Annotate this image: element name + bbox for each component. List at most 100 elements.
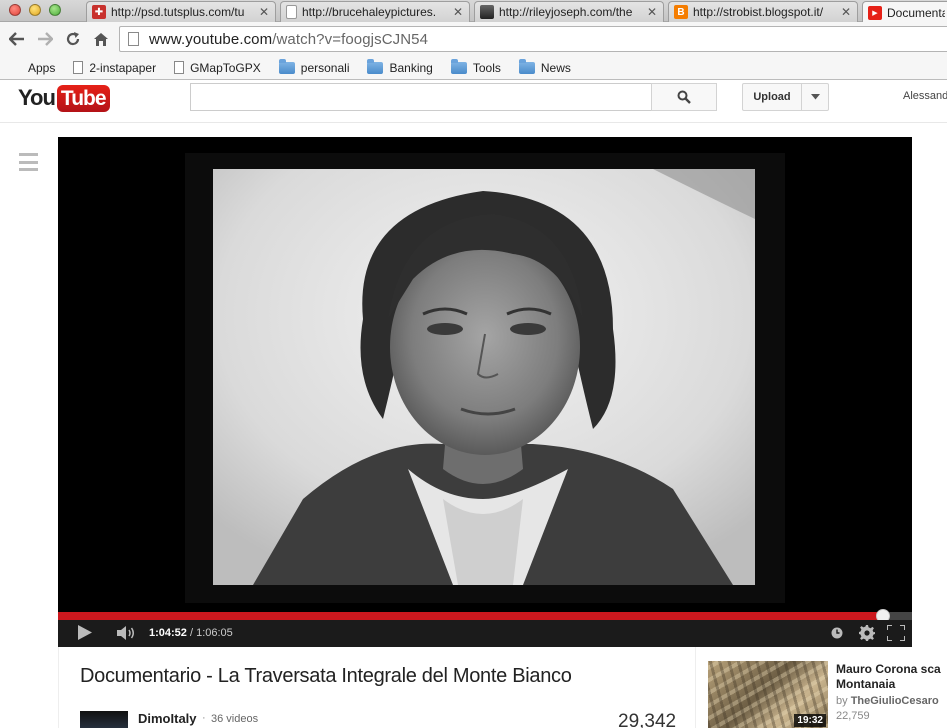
page-icon <box>73 61 84 74</box>
browser-toolbar: www.youtube.com/watch?v=foogjsCJN54 <box>0 22 947 56</box>
search-icon <box>677 90 691 104</box>
tab-title: http://strobist.blogspot.it/ <box>693 5 824 19</box>
url-text: www.youtube.com/watch?v=foogjsCJN54 <box>149 31 428 48</box>
guide-menu-icon[interactable] <box>19 153 38 171</box>
close-tab-icon[interactable]: ✕ <box>647 5 657 19</box>
channel-name-link[interactable]: DimoItaly <box>138 711 197 726</box>
bookmark-folder-banking[interactable]: Banking <box>367 58 433 75</box>
channel-avatar[interactable] <box>80 711 128 728</box>
menu-line <box>19 160 38 164</box>
time-display: 1:04:52 / 1:06:05 <box>149 627 233 639</box>
video-frame <box>185 153 785 603</box>
total-time: 1:06:05 <box>196 627 233 639</box>
browser-tab-active[interactable]: ▶ Documenta <box>862 1 947 23</box>
clock-icon <box>831 627 843 639</box>
logo-you-text: You <box>18 85 56 110</box>
video-player[interactable]: 1:04:52 / 1:06:05 <box>58 137 912 647</box>
bookmark-label: News <box>540 60 571 75</box>
view-count: 29,342 <box>618 711 677 728</box>
bookmark-label: personali <box>300 60 350 75</box>
browser-tab[interactable]: ✚ http://psd.tutsplus.com/tu ✕ <box>86 1 276 22</box>
home-button[interactable] <box>89 27 113 51</box>
forward-button[interactable] <box>33 27 57 51</box>
fullscreen-button[interactable] <box>886 624 906 644</box>
close-tab-icon[interactable]: ✕ <box>841 5 851 19</box>
by-label: by <box>836 695 848 707</box>
search-button[interactable] <box>651 83 717 111</box>
menu-line <box>19 168 38 171</box>
browser-tab[interactable]: B http://strobist.blogspot.it/ ✕ <box>668 1 858 22</box>
address-bar[interactable]: www.youtube.com/watch?v=foogjsCJN54 <box>119 26 947 52</box>
related-title-line: Montanaia <box>836 677 896 691</box>
settings-button[interactable] <box>859 625 875 644</box>
play-icon <box>78 625 92 640</box>
bookmark-2-instapaper[interactable]: 2-instapaper <box>73 61 156 75</box>
watch-info-panel: Documentario - La Traversata Integrale d… <box>58 647 696 728</box>
page-icon <box>286 5 297 19</box>
play-button[interactable] <box>78 625 92 643</box>
video-title: Documentario - La Traversata Integrale d… <box>80 665 572 687</box>
window-close-button[interactable] <box>9 4 21 16</box>
close-tab-icon[interactable]: ✕ <box>453 5 463 19</box>
account-name[interactable]: Alessand <box>903 90 947 102</box>
folder-icon <box>278 58 295 74</box>
folder-icon <box>518 58 535 74</box>
bookmark-folder-personali[interactable]: personali <box>278 58 350 75</box>
url-host: www.youtube.com <box>149 30 273 48</box>
bookmark-folder-tools[interactable]: Tools <box>450 58 501 75</box>
related-channel-name[interactable]: TheGiulioCesaro <box>851 695 939 707</box>
reload-button[interactable] <box>61 27 85 51</box>
bookmark-label: Banking <box>389 60 433 75</box>
tab-title: http://brucehaleypictures. <box>302 5 437 19</box>
logo-tube-text: Tube <box>56 84 110 112</box>
youtube-masthead: You Tube Upload Alessand <box>0 81 947 123</box>
bookmark-label: 2-instapaper <box>89 60 157 75</box>
related-video-item[interactable]: 19:32 Mauro Corona sca Montanaia by TheG… <box>708 661 947 728</box>
video-duration-badge: 19:32 <box>794 714 826 727</box>
upload-menu-button[interactable] <box>801 83 829 111</box>
blogger-icon: B <box>674 5 688 19</box>
youtube-logo[interactable]: You Tube <box>18 84 110 112</box>
related-video-thumbnail[interactable]: 19:32 <box>708 661 828 728</box>
page-icon <box>174 61 185 74</box>
watch-later-button[interactable] <box>831 627 843 642</box>
tab-title: http://psd.tutsplus.com/tu <box>111 5 245 19</box>
url-path: /watch?v=foogjsCJN54 <box>272 30 429 48</box>
close-tab-icon[interactable]: ✕ <box>259 5 269 19</box>
video-frame-image <box>213 169 755 585</box>
bookmark-gmaptogpx[interactable]: GMapToGPX <box>174 61 261 75</box>
back-button[interactable] <box>5 27 29 51</box>
bookmark-apps[interactable]: Apps <box>8 61 55 75</box>
progress-bar[interactable] <box>58 609 912 623</box>
window-minimize-button[interactable] <box>29 4 41 16</box>
browser-tab-strip: ✚ http://psd.tutsplus.com/tu ✕ http://br… <box>0 0 947 23</box>
forward-arrow-icon <box>38 32 53 46</box>
related-video-title[interactable]: Mauro Corona sca Montanaia <box>836 662 947 692</box>
tab-title: http://rileyjoseph.com/the <box>499 5 633 19</box>
gear-icon <box>859 625 875 641</box>
volume-icon <box>117 626 134 640</box>
browser-tab[interactable]: http://brucehaleypictures. ✕ <box>280 1 470 22</box>
photo-favicon-icon <box>480 5 494 19</box>
portrait-image <box>213 169 755 585</box>
tab-title: Documenta <box>887 5 945 20</box>
bookmarks-bar: Apps 2-instapaper GMapToGPX personali Ba… <box>0 56 947 80</box>
bookmark-label: Tools <box>472 60 501 75</box>
mute-button[interactable] <box>117 625 137 644</box>
channel-separator: · <box>202 712 206 724</box>
related-video-channel: by TheGiulioCesaro <box>836 695 939 707</box>
related-title-line: Mauro Corona sca <box>836 662 941 676</box>
bookmark-folder-news[interactable]: News <box>518 58 571 75</box>
window-zoom-button[interactable] <box>49 4 61 16</box>
browser-tab[interactable]: http://rileyjoseph.com/the ✕ <box>474 1 664 22</box>
folder-icon <box>450 58 467 74</box>
current-time: 1:04:52 <box>149 627 187 639</box>
related-video-views: 22,759 <box>836 710 870 722</box>
bookmark-label: GMapToGPX <box>190 60 261 75</box>
tutsplus-cross-icon: ✚ <box>92 5 106 19</box>
upload-button[interactable]: Upload <box>742 83 802 111</box>
youtube-play-icon: ▶ <box>868 5 882 20</box>
channel-video-count[interactable]: 36 videos <box>211 713 258 725</box>
reload-icon <box>66 32 80 46</box>
search-input[interactable] <box>190 83 652 111</box>
